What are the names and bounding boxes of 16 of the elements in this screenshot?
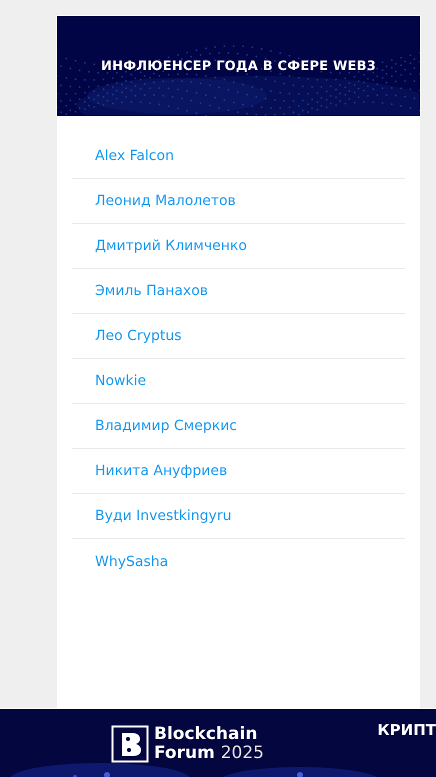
logo-text: Blockchain	[154, 725, 258, 744]
nominee-link[interactable]: Вуди Investkingyru	[95, 508, 232, 524]
nominee-link[interactable]: Никита Ануфриев	[95, 463, 228, 479]
logo-text: Forum	[154, 743, 215, 763]
nominee-link[interactable]: Владимир Смеркис	[95, 418, 237, 434]
footer-heading: КРИПТ	[377, 721, 436, 739]
nominee-link[interactable]: Alex Falcon	[95, 148, 174, 164]
card-title: ИНФЛЮЕНСЕР ГОДА В СФЕРЕ WEB3	[101, 58, 376, 74]
logo-year: 2025	[220, 743, 264, 763]
nominee-link[interactable]: Дмитрий Климченко	[95, 238, 247, 254]
logo-icon	[111, 725, 149, 763]
nominee-link[interactable]: Эмиль Панахов	[95, 283, 208, 299]
nominee-link[interactable]: Nowkie	[95, 373, 146, 389]
nominee-link[interactable]: WhySasha	[95, 554, 168, 570]
nominee-link[interactable]: Лео Cryptus	[95, 328, 182, 344]
nominee-link[interactable]: Леонид Малолетов	[95, 193, 236, 209]
